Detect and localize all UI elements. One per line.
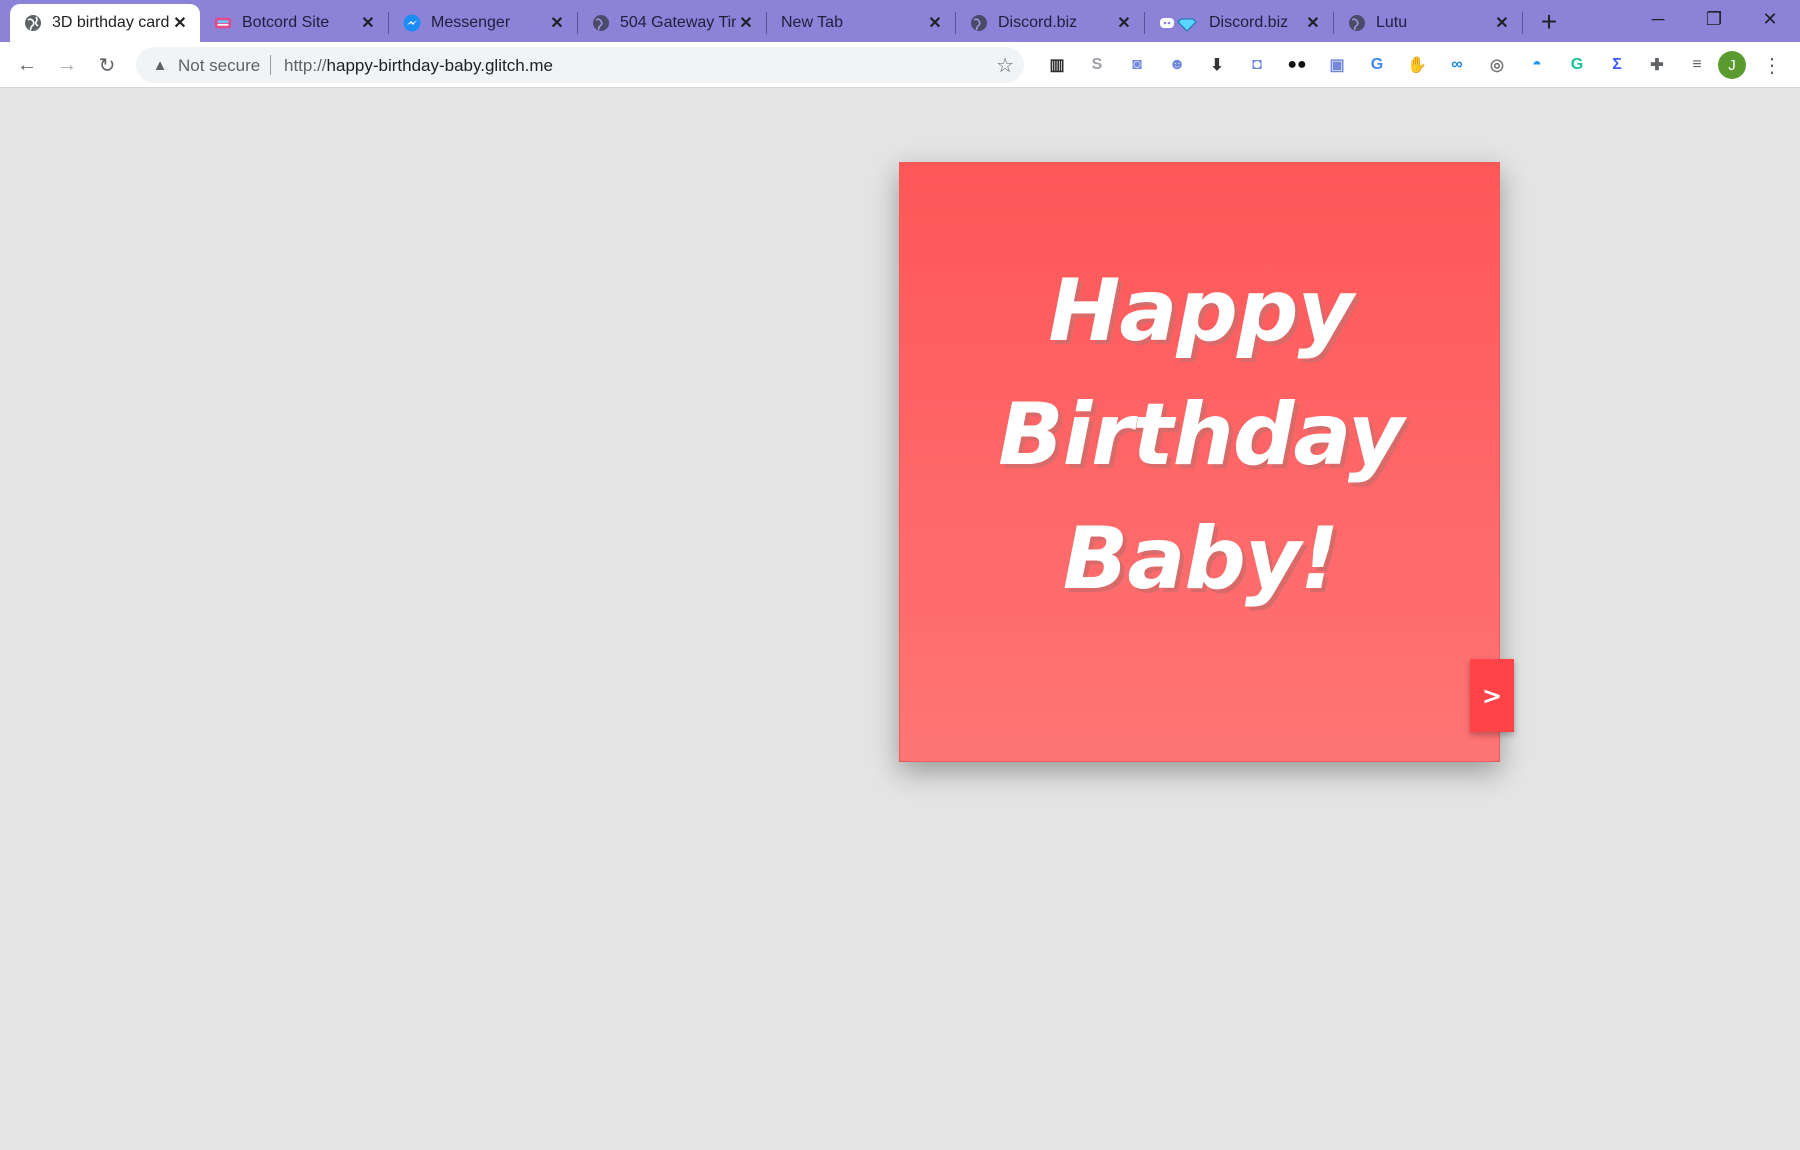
new-tab-button[interactable]: + (1535, 6, 1563, 37)
tab-title: Messenger (431, 14, 511, 31)
back-button[interactable]: ← (12, 50, 42, 80)
tab-title: Discord.biz (998, 14, 1078, 31)
discord-extension-icon[interactable]: ◙ (1124, 52, 1150, 78)
profile-avatar[interactable]: J (1718, 51, 1746, 79)
translate-s-extension-icon[interactable]: S (1084, 52, 1110, 78)
tab-discord-biz-2[interactable]: Discord.biz ✕ (1145, 4, 1333, 42)
close-window-button[interactable]: ✕ (1742, 0, 1798, 38)
tab-separator (1522, 12, 1523, 34)
restore-button[interactable]: ❐ (1686, 0, 1742, 38)
adblock-extension-icon[interactable]: ✋ (1404, 52, 1430, 78)
browser-toolbar: ← → ↻ ▲ Not secure http://happy-birthday… (0, 42, 1800, 88)
close-tab-icon[interactable]: ✕ (1492, 13, 1512, 33)
close-tab-icon[interactable]: ✕ (1114, 13, 1134, 33)
download-extension-icon[interactable]: ⬇ (1204, 52, 1230, 78)
tampermonkey-extension-icon[interactable]: ●● (1284, 52, 1310, 78)
tab-discord-biz[interactable]: Discord.biz ✕ (956, 4, 1144, 42)
tab-title: 3D birthday card (52, 14, 170, 31)
puzzle-extensions-icon[interactable]: ✚ (1644, 52, 1670, 78)
omnibox-divider (270, 55, 271, 75)
card-line-1: Happy (1048, 261, 1353, 361)
url-host: happy-birthday-baby.glitch.me (326, 56, 554, 75)
camera-extension-icon[interactable]: ◎ (1484, 52, 1510, 78)
star-icon[interactable]: ☆ (996, 53, 1014, 78)
next-page-button[interactable]: > (1470, 659, 1514, 732)
url-scheme: http:// (284, 56, 327, 75)
warning-icon[interactable]: ▲ (150, 55, 170, 75)
infinity-extension-icon[interactable]: ∞ (1444, 52, 1470, 78)
wave-extension-icon[interactable]: ◓ (1524, 52, 1550, 78)
tab-title: Lutu (1376, 14, 1408, 31)
botcord-icon (214, 14, 232, 32)
discord-chat-extension-icon[interactable]: ◘ (1244, 52, 1270, 78)
grammarly-extension-icon[interactable]: G (1564, 52, 1590, 78)
discord-bot-extension-icon[interactable]: ☻ (1164, 52, 1190, 78)
tab-messenger[interactable]: Messenger ✕ (389, 4, 577, 42)
tab-botcord-site[interactable]: Botcord Site ✕ (200, 4, 388, 42)
card-line-3: Baby! (1062, 509, 1339, 609)
globe-icon (24, 14, 42, 32)
close-tab-icon[interactable]: ✕ (547, 13, 567, 33)
google-translate-extension-icon[interactable]: G (1364, 52, 1390, 78)
close-tab-icon[interactable]: ✕ (736, 13, 756, 33)
address-bar[interactable]: ▲ Not secure http://happy-birthday-baby.… (136, 47, 1024, 83)
birthday-card[interactable]: Happy Birthday Baby! (899, 162, 1500, 762)
globe-icon (1348, 14, 1366, 32)
tab-strip: 3D birthday card ✕ Botcord Site ✕ Messen… (0, 0, 1800, 42)
discord-gem-icon (1159, 14, 1199, 32)
minimize-button[interactable]: ─ (1630, 0, 1686, 38)
close-tab-icon[interactable]: ✕ (1303, 13, 1323, 33)
tab-title: Botcord Site (242, 14, 330, 31)
tab-504-gateway[interactable]: 504 Gateway Time-out ✕ (578, 4, 766, 42)
close-tab-icon[interactable]: ✕ (925, 13, 945, 33)
close-tab-icon[interactable]: ✕ (170, 13, 190, 33)
close-tab-icon[interactable]: ✕ (358, 13, 378, 33)
twitch-extension-icon[interactable]: ▣ (1324, 52, 1350, 78)
tab-lutu[interactable]: Lutu ✕ (1334, 4, 1522, 42)
globe-icon (970, 14, 988, 32)
card-line-2: Birthday (998, 385, 1404, 485)
tab-title: 504 Gateway Time-out (620, 14, 736, 31)
tab-new-tab[interactable]: New Tab ✕ (767, 4, 955, 42)
tab-title: New Tab (781, 14, 843, 31)
sigma-extension-icon[interactable]: Σ (1604, 52, 1630, 78)
books-extension-icon[interactable]: ▥ (1044, 52, 1070, 78)
tab-title: Discord.biz (1209, 14, 1289, 31)
menu-icon[interactable]: ⋮ (1762, 51, 1782, 79)
reload-button[interactable]: ↻ (92, 50, 122, 80)
globe-icon (592, 14, 610, 32)
url-text[interactable]: http://happy-birthday-baby.glitch.me (284, 56, 553, 76)
messenger-icon (403, 14, 421, 32)
security-status[interactable]: Not secure (178, 56, 260, 76)
tab-3d-birthday-card[interactable]: 3D birthday card ✕ (10, 4, 200, 42)
media-playlist-icon[interactable]: ≡ (1684, 52, 1710, 78)
forward-button[interactable]: → (52, 50, 82, 80)
